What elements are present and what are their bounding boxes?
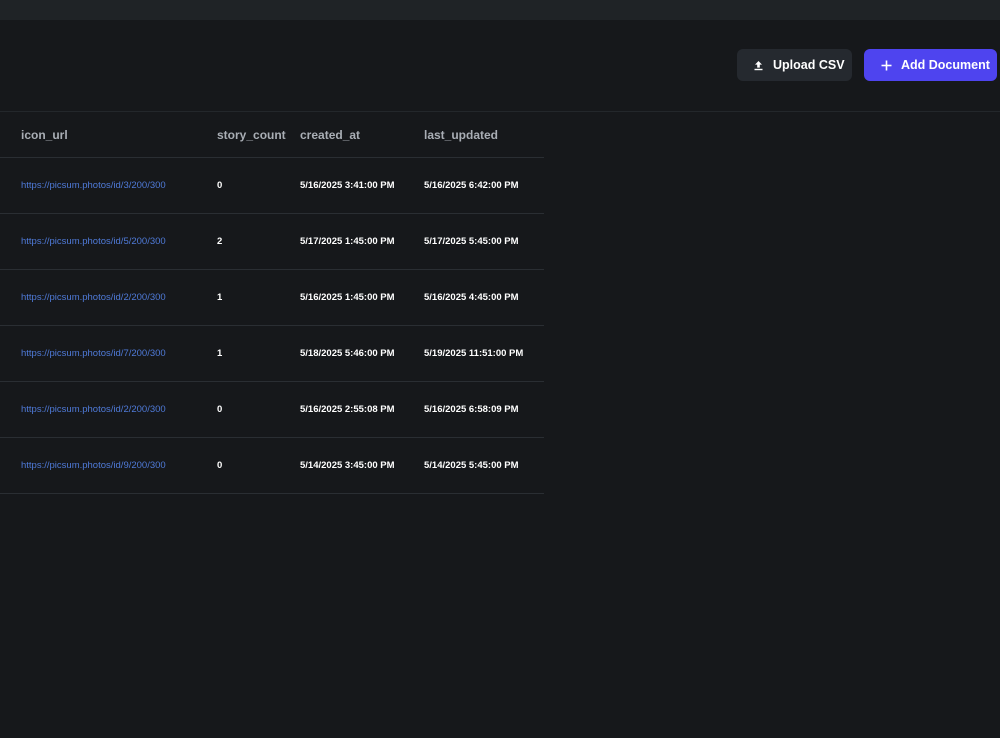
story-count-cell: 0 [217, 381, 300, 438]
story-count-cell: 0 [217, 157, 300, 214]
column-header-story-count[interactable]: story_count [217, 112, 300, 158]
last-updated-cell: 5/17/2025 5:45:00 PM [424, 213, 544, 270]
last-updated-cell: 5/19/2025 11:51:00 PM [424, 325, 544, 382]
icon-url-cell[interactable]: https://picsum.photos/id/9/200/300 [0, 437, 217, 494]
upload-csv-button[interactable]: Upload CSV [737, 49, 852, 81]
upload-icon [753, 60, 764, 71]
created-at-cell: 5/16/2025 1:45:00 PM [300, 269, 424, 326]
toolbar-actions: Upload CSV Add Document [737, 49, 997, 81]
icon-url-cell[interactable]: https://picsum.photos/id/2/200/300 [0, 381, 217, 438]
last-updated-cell: 5/16/2025 6:42:00 PM [424, 157, 544, 214]
table-row[interactable]: https://picsum.photos/id/9/200/300 0 5/1… [0, 437, 544, 494]
table-row[interactable]: https://picsum.photos/id/5/200/300 2 5/1… [0, 213, 544, 270]
table-header-row: icon_url story_count created_at last_upd… [0, 112, 544, 158]
plus-icon [881, 60, 892, 71]
documents-table: icon_url story_count created_at last_upd… [0, 112, 544, 494]
upload-csv-label: Upload CSV [773, 58, 845, 72]
last-updated-cell: 5/16/2025 6:58:09 PM [424, 381, 544, 438]
column-header-icon-url[interactable]: icon_url [0, 112, 217, 158]
story-count-cell: 2 [217, 213, 300, 270]
table-row[interactable]: https://picsum.photos/id/3/200/300 0 5/1… [0, 157, 544, 214]
icon-url-cell[interactable]: https://picsum.photos/id/5/200/300 [0, 213, 217, 270]
story-count-cell: 0 [217, 437, 300, 494]
table-row[interactable]: https://picsum.photos/id/7/200/300 1 5/1… [0, 325, 544, 382]
created-at-cell: 5/17/2025 1:45:00 PM [300, 213, 424, 270]
last-updated-cell: 5/16/2025 4:45:00 PM [424, 269, 544, 326]
table-row[interactable]: https://picsum.photos/id/2/200/300 0 5/1… [0, 381, 544, 438]
icon-url-cell[interactable]: https://picsum.photos/id/3/200/300 [0, 157, 217, 214]
table-row[interactable]: https://picsum.photos/id/2/200/300 1 5/1… [0, 269, 544, 326]
story-count-cell: 1 [217, 325, 300, 382]
icon-url-cell[interactable]: https://picsum.photos/id/2/200/300 [0, 269, 217, 326]
last-updated-cell: 5/14/2025 5:45:00 PM [424, 437, 544, 494]
icon-url-cell[interactable]: https://picsum.photos/id/7/200/300 [0, 325, 217, 382]
add-document-button[interactable]: Add Document [864, 49, 997, 81]
column-header-created-at[interactable]: created_at [300, 112, 424, 158]
add-document-label: Add Document [901, 58, 990, 72]
column-header-last-updated[interactable]: last_updated [424, 112, 544, 158]
story-count-cell: 1 [217, 269, 300, 326]
created-at-cell: 5/14/2025 3:45:00 PM [300, 437, 424, 494]
created-at-cell: 5/16/2025 3:41:00 PM [300, 157, 424, 214]
top-bar [0, 0, 1000, 20]
created-at-cell: 5/16/2025 2:55:08 PM [300, 381, 424, 438]
created-at-cell: 5/18/2025 5:46:00 PM [300, 325, 424, 382]
